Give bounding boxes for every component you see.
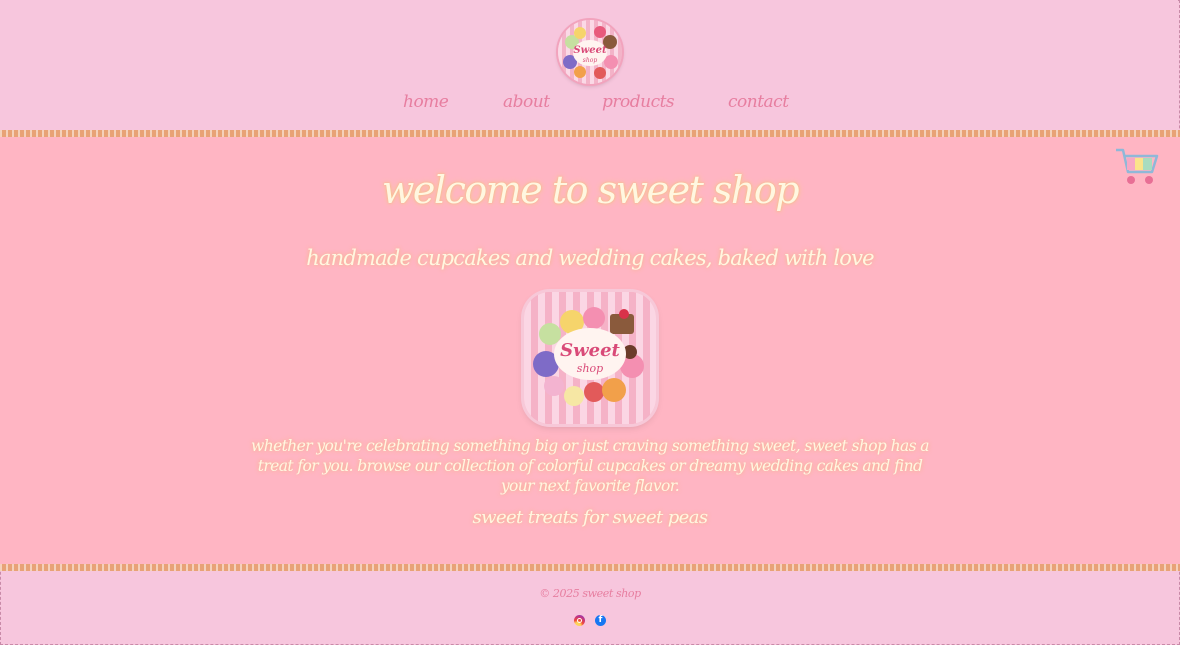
nav-home[interactable]: home [403, 92, 449, 112]
hero-logo-image: Sweet shop [533, 307, 644, 406]
instagram-icon[interactable] [574, 615, 585, 626]
site-header: Sweet shop home about products contact [0, 0, 1178, 130]
header-logo-image: Sweet shop [563, 26, 618, 79]
svg-text:shop: shop [583, 57, 598, 64]
intro-paragraph: whether you're celebrating something big… [251, 437, 929, 495]
svg-text:Sweet: Sweet [560, 340, 620, 361]
nav-products[interactable]: products [602, 92, 675, 112]
tagline: sweet treats for sweet peas [472, 507, 709, 528]
header-logo[interactable]: Sweet shop [558, 20, 622, 84]
nav-about[interactable]: about [503, 92, 550, 112]
site-footer: © 2025 sweet shop f [0, 571, 1180, 645]
svg-text:shop: shop [577, 362, 603, 375]
facebook-icon[interactable]: f [595, 615, 606, 626]
main-nav: home about products contact [0, 92, 1180, 120]
header-divider [0, 130, 1180, 137]
svg-text:Sweet: Sweet [573, 45, 607, 56]
footer-divider [0, 564, 1180, 571]
page-subtitle: handmade cupcakes and wedding cakes, bak… [306, 246, 874, 270]
page-title: welcome to sweet shop [381, 168, 800, 212]
hero-logo: Sweet shop [524, 292, 656, 424]
nav-contact[interactable]: contact [728, 92, 789, 112]
copyright-text: © 2025 sweet shop [539, 587, 641, 600]
